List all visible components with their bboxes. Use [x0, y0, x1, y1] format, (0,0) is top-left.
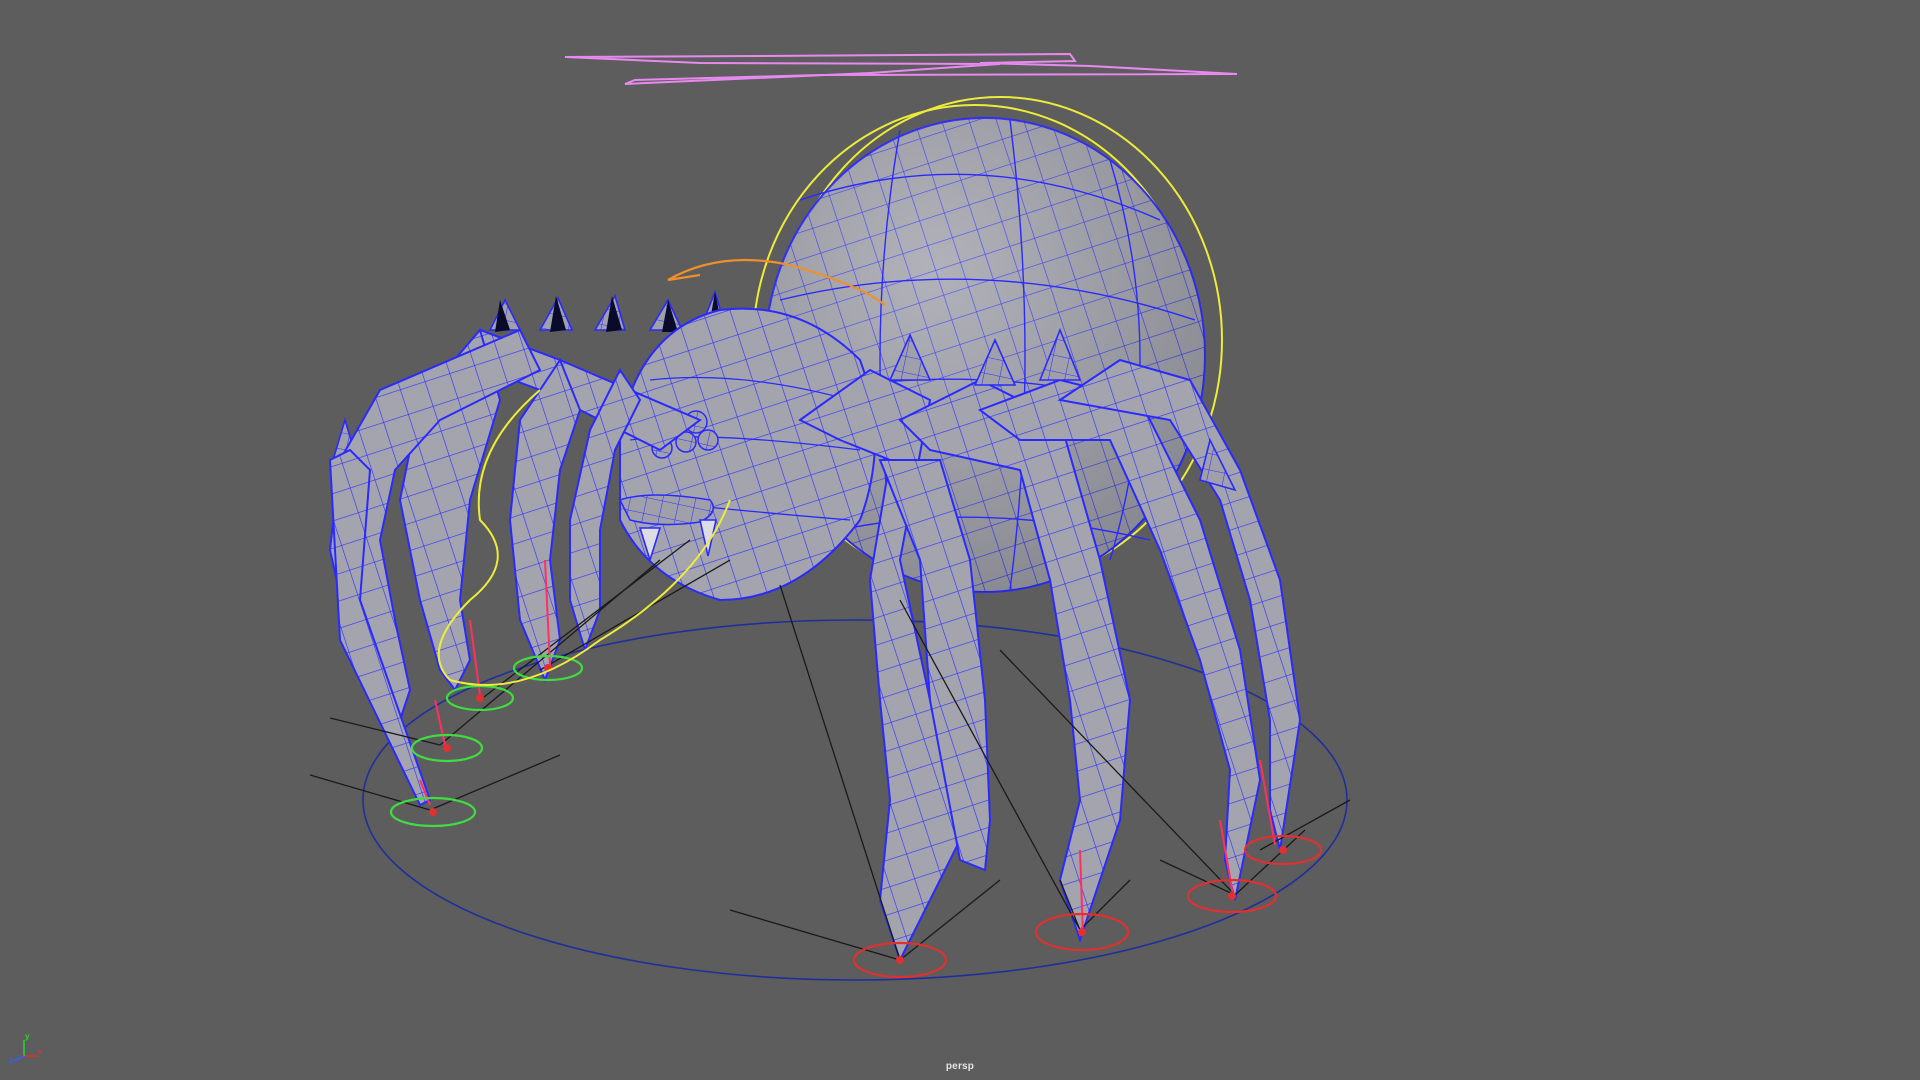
y-axis-label: y: [25, 1032, 30, 1041]
spider-legs-right[interactable]: [798, 358, 1302, 963]
spider-legs-left[interactable]: [328, 327, 702, 807]
persp-viewport[interactable]: x y z persp: [0, 0, 1920, 1080]
camera-name-label: persp: [945, 1061, 975, 1072]
x-axis-label: x: [38, 1047, 42, 1056]
axis-gizmo: x y z: [9, 1032, 42, 1064]
main-control-curve[interactable]: [564, 52, 1238, 85]
ground-range-circle[interactable]: [362, 619, 1348, 981]
leg-tip-bones: [419, 559, 1276, 936]
spider-rig-scene[interactable]: [0, 0, 1920, 1080]
